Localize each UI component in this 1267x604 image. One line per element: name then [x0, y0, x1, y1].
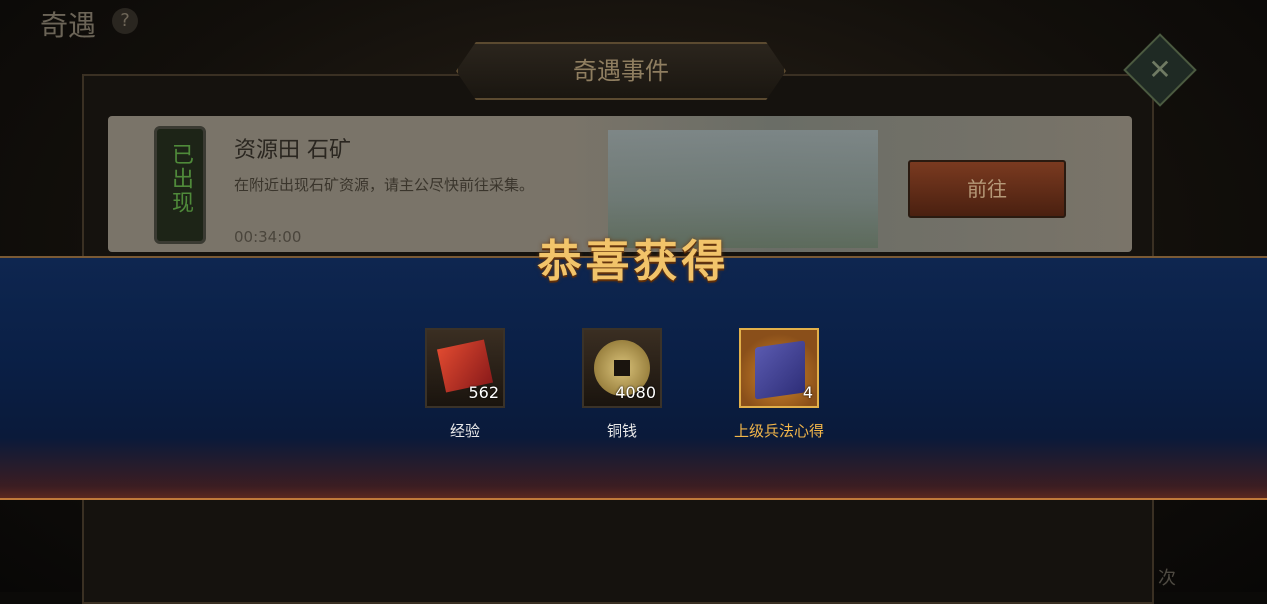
strategy-book-icon [755, 340, 805, 400]
event-title: 资源田 石矿 [234, 138, 351, 163]
reward-item[interactable]: 562 经验 [410, 328, 520, 441]
close-icon: ✕ [1148, 53, 1172, 86]
reward-quantity: 562 [468, 383, 499, 402]
reward-slot: 4 [739, 328, 819, 408]
help-icon[interactable]: ? [112, 8, 138, 34]
reward-title: 恭喜获得 [537, 236, 730, 287]
goto-button[interactable]: 前往 [908, 160, 1066, 218]
side-label: 次 [1158, 568, 1176, 589]
event-description: 在附近出现石矿资源，请主公尽快前往采集。 [234, 176, 535, 194]
reward-label: 上级兵法心得 [733, 422, 824, 440]
reward-slot: 4080 [582, 328, 662, 408]
panel-title: 奇遇事件 [573, 57, 669, 85]
reward-quantity: 4 [802, 383, 813, 402]
page-title: 奇遇 [40, 9, 97, 42]
reward-item[interactable]: 4080 铜钱 [567, 328, 677, 441]
reward-slot: 562 [425, 328, 505, 408]
reward-label: 经验 [449, 422, 480, 440]
reward-quantity: 4080 [615, 383, 656, 402]
panel-header: 奇遇事件 [456, 42, 786, 100]
reward-label: 铜钱 [606, 422, 637, 440]
reward-item[interactable]: 4 上级兵法心得 [724, 328, 834, 441]
